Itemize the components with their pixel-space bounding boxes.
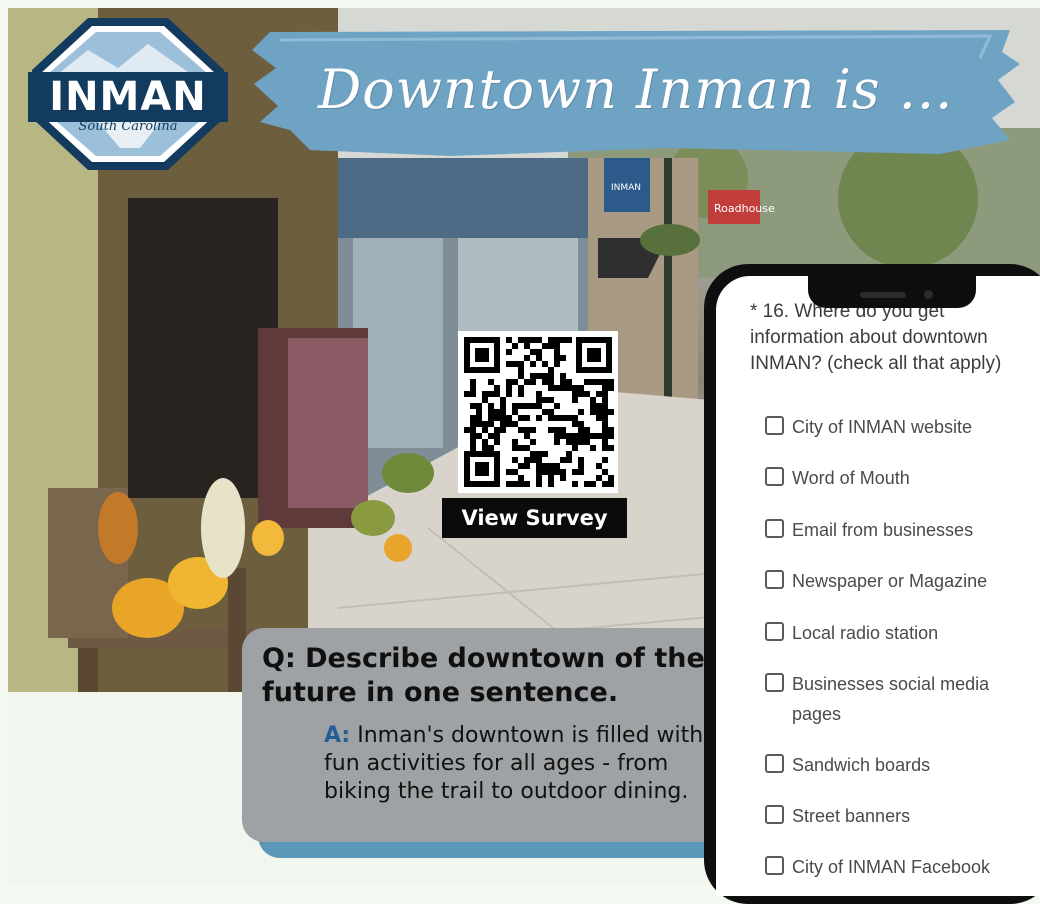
qa-question: Q: Describe downtown of the future in on… <box>262 643 705 708</box>
option-label: Businesses social media pages <box>792 674 990 724</box>
qr-code[interactable] <box>458 331 618 493</box>
qa-answer-text: Inman's downtown is filled with fun acti… <box>324 723 704 804</box>
option-label: Email from businesses <box>792 520 974 540</box>
checkbox-icon[interactable] <box>765 673 784 692</box>
logo-wordmark: INMAN <box>49 74 207 120</box>
street-banner-text: INMAN <box>611 183 641 193</box>
checkbox-icon[interactable] <box>765 805 784 824</box>
option-social-media[interactable]: Businesses social media pages <box>765 669 1002 729</box>
option-label: Street banners <box>792 806 911 826</box>
option-city-website[interactable]: City of INMAN website <box>765 412 1002 442</box>
checkbox-icon[interactable] <box>765 416 784 435</box>
shop-sign-text: Roadhouse <box>714 202 775 215</box>
option-label: Word of Mouth <box>792 468 910 488</box>
speaker-grille <box>860 292 906 298</box>
option-label: Local radio station <box>792 623 939 643</box>
option-radio[interactable]: Local radio station <box>765 618 1002 648</box>
checkbox-icon[interactable] <box>765 856 784 875</box>
camera-icon <box>924 290 933 299</box>
option-label: Sandwich boards <box>792 755 931 775</box>
option-email-businesses[interactable]: Email from businesses <box>765 515 1002 545</box>
qa-answer-prefix: A: <box>324 723 351 748</box>
option-label: City of INMAN Facebook <box>792 857 991 877</box>
survey-question: * 16. Where do you get information about… <box>750 301 1002 374</box>
option-label: City of INMAN website <box>792 417 973 437</box>
view-survey-button[interactable]: View Survey <box>442 498 627 538</box>
option-newspaper[interactable]: Newspaper or Magazine <box>765 566 1002 596</box>
option-word-of-mouth[interactable]: Word of Mouth <box>765 463 1002 493</box>
option-facebook[interactable]: City of INMAN Facebook <box>765 852 1002 882</box>
option-street-banners[interactable]: Street banners <box>765 801 1002 831</box>
checkbox-icon[interactable] <box>765 570 784 589</box>
checkbox-icon[interactable] <box>765 519 784 538</box>
option-sandwich-boards[interactable]: Sandwich boards <box>765 750 1002 780</box>
checkbox-icon[interactable] <box>765 622 784 641</box>
banner-headline: Downtown Inman is ... <box>318 58 954 121</box>
logo-subtitle: South Carolina <box>78 119 178 134</box>
qa-answer: A: Inman's downtown is filled with fun a… <box>324 722 704 806</box>
option-label: Newspaper or Magazine <box>792 571 988 591</box>
phone-notch <box>808 276 976 308</box>
checkbox-icon[interactable] <box>765 754 784 773</box>
checkbox-icon[interactable] <box>765 467 784 486</box>
